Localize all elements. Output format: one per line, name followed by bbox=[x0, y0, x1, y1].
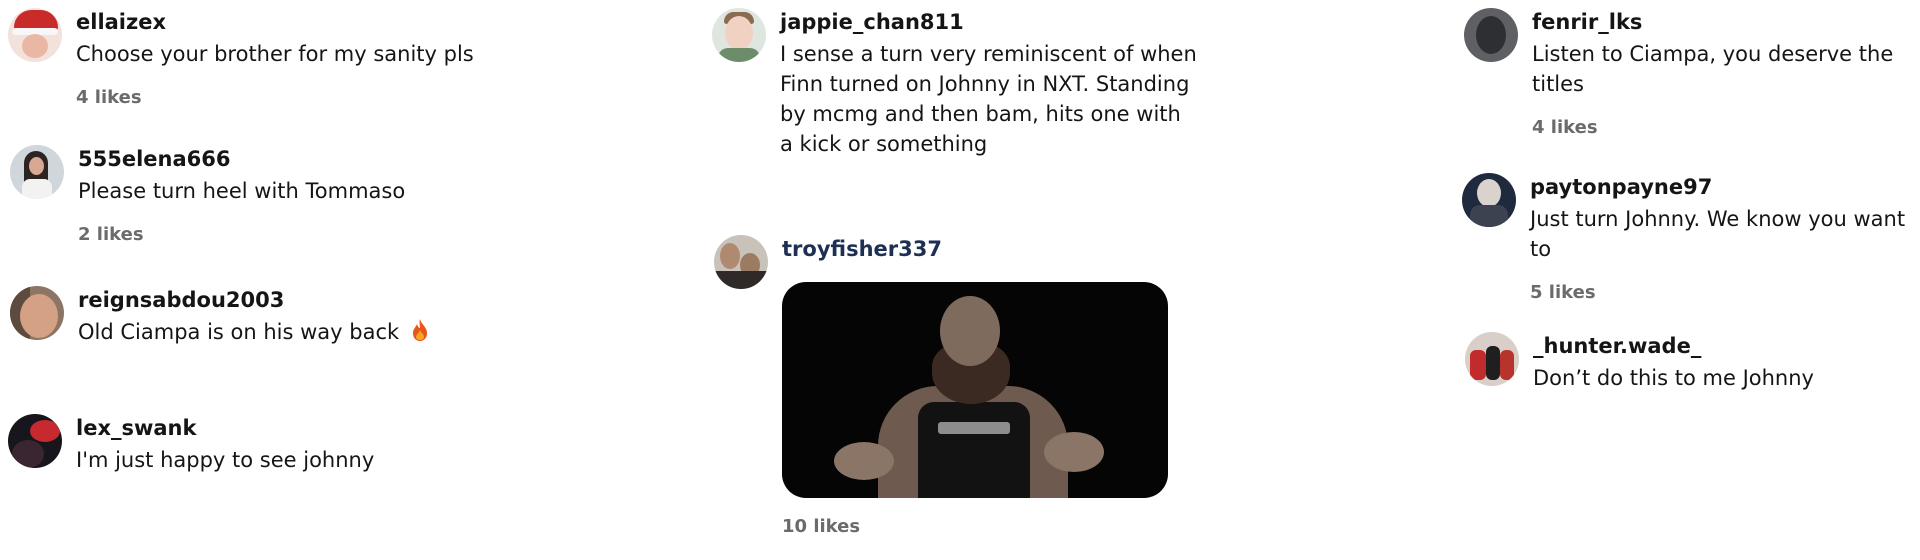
comment-ellaizex: ellaizex Choose your brother for my sani… bbox=[8, 8, 516, 108]
comment-fenrir_lks: fenrir_lks Listen to Ciampa, you deserve… bbox=[1464, 8, 1912, 138]
comment-lex_swank: lex_swank I'm just happy to see johnny bbox=[8, 414, 516, 475]
avatar[interactable] bbox=[714, 235, 768, 289]
comment-_hunter.wade_: _hunter.wade_ Don’t do this to me Johnny bbox=[1465, 332, 1918, 393]
comment-text: Don’t do this to me Johnny bbox=[1533, 366, 1814, 390]
comment-text: Listen to Ciampa, you deserve the titles bbox=[1532, 42, 1894, 96]
comment-text: Please turn heel with Tommaso bbox=[78, 179, 406, 203]
avatar[interactable] bbox=[8, 8, 62, 62]
likes-count[interactable]: 4 likes bbox=[1532, 117, 1912, 138]
username[interactable]: jappie_chan811 bbox=[780, 8, 1200, 37]
username[interactable]: troyfisher337 bbox=[782, 235, 1168, 264]
avatar[interactable] bbox=[1464, 8, 1518, 62]
comment-text: Old Ciampa is on his way back bbox=[78, 317, 518, 350]
fire-emoji-icon bbox=[411, 318, 429, 350]
avatar[interactable] bbox=[10, 145, 64, 199]
username[interactable]: _hunter.wade_ bbox=[1533, 332, 1918, 361]
likes-count[interactable]: 10 likes bbox=[782, 516, 1168, 537]
comment-555elena666: 555elena666 Please turn heel with Tommas… bbox=[10, 145, 518, 245]
avatar[interactable] bbox=[1462, 173, 1516, 227]
username[interactable]: fenrir_lks bbox=[1532, 8, 1912, 37]
likes-count[interactable]: 4 likes bbox=[76, 87, 516, 108]
avatar[interactable] bbox=[10, 286, 64, 340]
username[interactable]: ellaizex bbox=[76, 8, 516, 37]
comment-text: Just turn Johnny. We know you want to bbox=[1530, 207, 1906, 261]
comment-troyfisher337: troyfisher337 10 likes bbox=[714, 235, 1168, 537]
likes-count[interactable]: 2 likes bbox=[78, 224, 518, 245]
username[interactable]: paytonpayne97 bbox=[1530, 173, 1915, 202]
likes-count[interactable]: 5 likes bbox=[1530, 282, 1915, 303]
comment-text: Choose your brother for my sanity pls bbox=[76, 42, 474, 66]
comment-text: I sense a turn very reminiscent of when … bbox=[780, 42, 1197, 156]
avatar[interactable] bbox=[1465, 332, 1519, 386]
username[interactable]: 555elena666 bbox=[78, 145, 518, 174]
comment-reignsabdou2003: reignsabdou2003 Old Ciampa is on his way… bbox=[10, 286, 518, 350]
comment-text-content: Old Ciampa is on his way back bbox=[78, 320, 400, 344]
comment-jappie_chan811: jappie_chan811 I sense a turn very remin… bbox=[712, 8, 1200, 159]
gif-image[interactable] bbox=[782, 282, 1168, 498]
avatar[interactable] bbox=[8, 414, 62, 468]
comment-paytonpayne97: paytonpayne97 Just turn Johnny. We know … bbox=[1462, 173, 1915, 303]
username[interactable]: reignsabdou2003 bbox=[78, 286, 518, 315]
comment-text: I'm just happy to see johnny bbox=[76, 448, 375, 472]
username[interactable]: lex_swank bbox=[76, 414, 516, 443]
avatar[interactable] bbox=[712, 8, 766, 62]
